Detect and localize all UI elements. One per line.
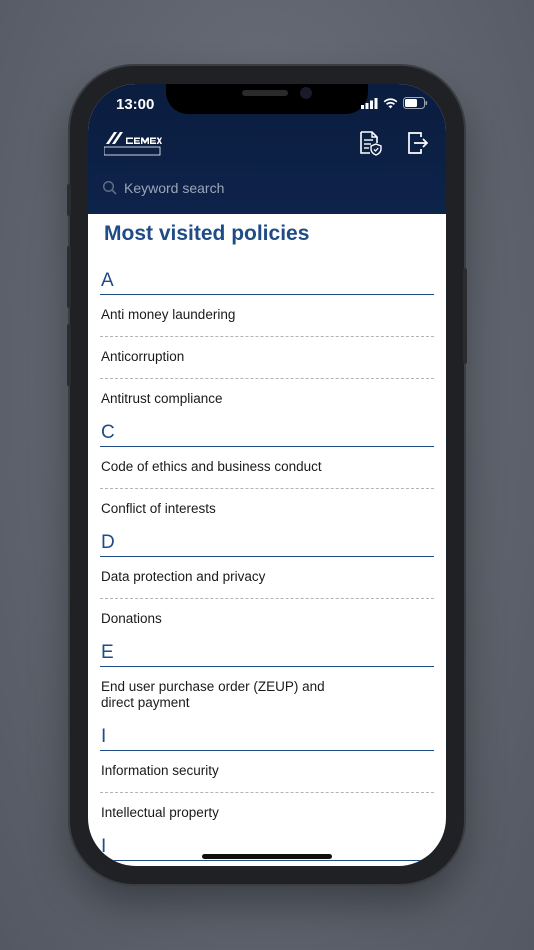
status-time: 13:00 xyxy=(116,96,155,113)
policy-list-item[interactable]: Anticorruption xyxy=(100,337,434,379)
camera xyxy=(300,87,312,99)
mute-switch xyxy=(67,184,71,216)
policy-list-item[interactable]: Donations xyxy=(100,599,434,640)
policy-list-item[interactable]: End user purchase order (ZEUP) and direc… xyxy=(100,667,341,724)
section-letter: E xyxy=(100,640,434,667)
document-shield-icon[interactable] xyxy=(358,130,382,156)
policy-list-item[interactable]: Information security xyxy=(100,751,434,793)
section-letter: I xyxy=(100,724,434,751)
policy-list-item[interactable]: Conflict of interests xyxy=(100,489,434,530)
policy-list-item[interactable]: Antitrust compliance xyxy=(100,379,434,420)
policy-list-item[interactable]: Data protection and privacy xyxy=(100,557,434,599)
section-letter: D xyxy=(100,530,434,557)
search-bar[interactable] xyxy=(94,172,440,204)
notch xyxy=(166,84,368,114)
section-letter: C xyxy=(100,420,434,447)
policy-list-container[interactable]: Most visited policies A Anti money launde… xyxy=(88,214,446,866)
signal-icon xyxy=(361,97,378,109)
section-letter: A xyxy=(100,268,434,295)
app-header: 13:00 xyxy=(88,84,446,214)
search-icon xyxy=(102,180,117,195)
speaker xyxy=(242,90,288,96)
policy-list-item[interactable]: Intellectual property xyxy=(100,793,434,834)
app-screen: 13:00 Keyword search Most visited polici… xyxy=(88,84,446,866)
power-button xyxy=(463,268,467,364)
cemex-logo xyxy=(104,132,162,156)
search-input[interactable] xyxy=(122,179,426,197)
volume-down-button xyxy=(67,324,71,386)
page-title: Most visited policies xyxy=(104,222,310,245)
home-indicator[interactable] xyxy=(202,854,332,859)
volume-up-button xyxy=(67,246,71,308)
logout-icon[interactable] xyxy=(406,130,430,156)
policy-list: A Anti money laundering Anticorruption Anti… xyxy=(100,268,434,861)
policy-list-item[interactable]: Anti money laundering xyxy=(100,295,434,337)
wifi-icon xyxy=(383,97,398,108)
status-icons xyxy=(361,97,428,109)
policy-list-item[interactable]: Code of ethics and business conduct xyxy=(100,447,434,489)
battery-icon xyxy=(403,97,428,109)
